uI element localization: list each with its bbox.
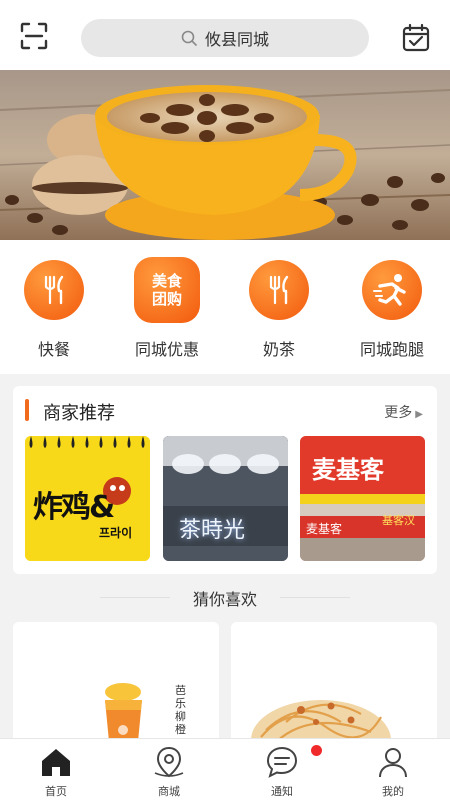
badge-line-2: 团购 [151, 290, 182, 308]
category-label: 同城跑腿 [359, 340, 424, 359]
noodles-image [231, 622, 437, 752]
shop-card-fried-chicken[interactable]: 炸鸡& 프라이 [25, 436, 150, 561]
fork-knife-icon [24, 260, 84, 320]
recommend-title: 猜你喜欢 [192, 590, 257, 609]
map-pin-icon [154, 746, 184, 778]
category-fast-food[interactable]: 快餐 [4, 260, 104, 360]
category-milk-tea[interactable]: 奶茶 [229, 260, 329, 360]
top-bar: 攸县同城 [0, 0, 450, 70]
tab-mall[interactable]: 商城 [139, 745, 199, 799]
product-side-text: 芭乐柳橙 [175, 684, 186, 736]
shop-sign-sub: 프라이 [99, 526, 133, 540]
home-icon [42, 749, 70, 776]
tab-home[interactable]: 首页 [26, 745, 86, 799]
tab-label: 通知 [271, 785, 293, 798]
product-card[interactable] [231, 622, 437, 752]
shop-sign: 炸鸡& [33, 490, 115, 525]
food-group-buy-icon: 美食 团购 [134, 257, 200, 323]
tab-profile[interactable]: 我的 [363, 745, 423, 799]
fork-knife-icon [249, 260, 309, 320]
scan-icon[interactable] [20, 22, 48, 50]
chat-bubble-icon [266, 746, 298, 778]
user-icon [379, 748, 407, 778]
tab-notifications[interactable]: 通知 [252, 745, 312, 799]
shop-sign: 茶時光 [179, 518, 246, 543]
category-local-deals[interactable]: 美食 团购 同城优惠 [117, 257, 217, 360]
search-icon [181, 30, 197, 46]
tab-label: 商城 [158, 785, 180, 798]
bottom-tab-bar: 首页 商城 通知 我的 [0, 738, 450, 800]
more-link[interactable]: 更多 ▶ [384, 402, 423, 422]
shop-card-burger[interactable]: 麦基客 麦基客 基客汉 [300, 436, 425, 561]
coffee-cup-image [0, 70, 450, 240]
merchant-section: 商家推荐 更多 ▶ 炸鸡& 프라이 茶時光 麦基客 麦基客 基客汉 [13, 386, 437, 574]
divider-line [280, 597, 350, 598]
shop-sign-sub: 麦基客 [306, 522, 343, 536]
shop-sign: 麦基客 [312, 456, 384, 484]
more-label: 更多 [384, 405, 413, 421]
category-label: 同城优惠 [134, 340, 199, 359]
category-errand[interactable]: 同城跑腿 [342, 260, 442, 360]
tab-label: 我的 [382, 785, 404, 798]
tab-label: 首页 [45, 785, 67, 798]
section-accent-bar [25, 399, 29, 421]
section-title: 商家推荐 [43, 403, 115, 424]
category-label: 奶茶 [262, 340, 295, 359]
search-input[interactable]: 攸县同城 [81, 19, 369, 57]
notification-badge [311, 745, 322, 756]
category-grid: 快餐 美食 团购 同城优惠 奶茶 同城跑腿 [0, 240, 450, 374]
running-man-icon [362, 260, 422, 320]
promo-banner[interactable] [0, 70, 450, 240]
category-label: 快餐 [37, 340, 70, 359]
calendar-check-icon[interactable] [401, 23, 431, 53]
product-card[interactable]: 芭乐柳橙 [13, 622, 219, 752]
shop-sign-tag: 基客汉 [382, 514, 415, 527]
triangle-right-icon: ▶ [415, 409, 423, 420]
shop-card-tea[interactable]: 茶時光 [163, 436, 288, 561]
search-text: 攸县同城 [204, 30, 269, 49]
badge-line-1: 美食 [151, 272, 182, 290]
